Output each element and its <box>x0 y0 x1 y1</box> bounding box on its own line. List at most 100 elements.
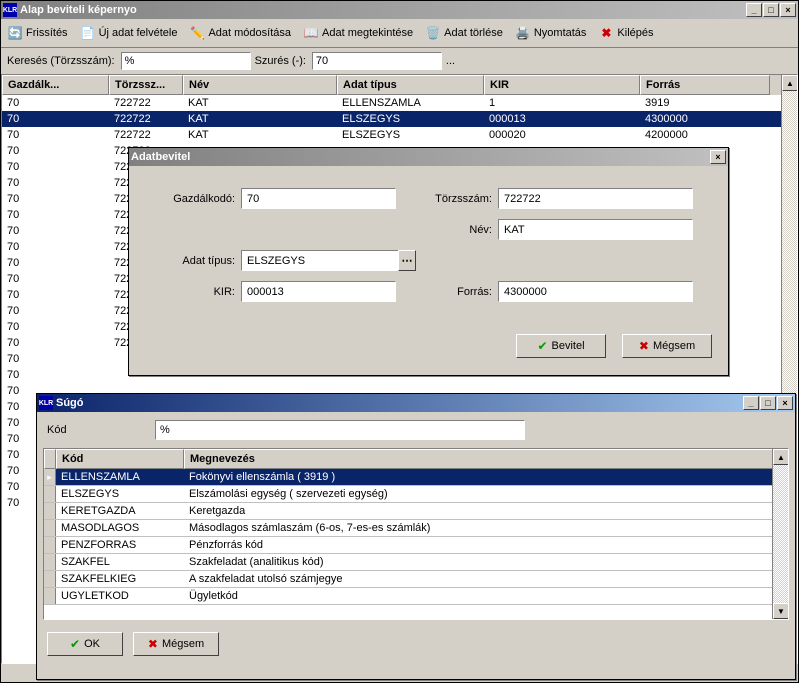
cell: 70 <box>2 351 109 367</box>
col-header[interactable]: Adat típus <box>337 75 484 95</box>
new-button[interactable]: 📄Új adat felvétele <box>78 23 180 43</box>
cross-icon: ✖ <box>148 637 158 651</box>
kod-label: Kód <box>47 424 147 436</box>
table-row[interactable]: 70722722KATELLENSZAMLA13919 <box>2 95 797 111</box>
table-row[interactable]: UGYLETKODÜgyletkód <box>44 588 788 605</box>
print-button[interactable]: 🖨️Nyomtatás <box>513 23 589 43</box>
cancel-button[interactable]: ✖Mégsem <box>622 334 712 358</box>
help-grid: Kód Megnevezés ▸ELLENSZAMLAFokönyvi elle… <box>43 448 789 620</box>
row-marker-icon <box>44 588 56 604</box>
submit-label: Bevitel <box>552 340 585 352</box>
table-row[interactable]: 70722722KATELSZEGYS0000134300000 <box>2 111 797 127</box>
help-buttons: ✔OK ✖Mégsem <box>37 620 795 668</box>
kir-field[interactable] <box>241 281 396 302</box>
table-row[interactable]: MASODLAGOSMásodlagos számlaszám (6-os, 7… <box>44 520 788 537</box>
cell: SZAKFELKIEG <box>56 571 184 587</box>
adattipus-label: Adat típus: <box>145 255 235 267</box>
cell: 70 <box>2 239 109 255</box>
search-bar: Keresés (Törzsszám): Szurés (-): ... <box>1 48 798 74</box>
col-header[interactable]: Kód <box>56 449 184 469</box>
table-row[interactable]: SZAKFELKIEGA szakfeladat utolsó számjegy… <box>44 571 788 588</box>
filter-input[interactable] <box>312 52 442 70</box>
col-header[interactable]: KIR <box>484 75 640 95</box>
col-header[interactable]: Név <box>183 75 337 95</box>
torzsszam-label: Törzsszám: <box>402 193 492 205</box>
table-row[interactable]: SZAKFELSzakfeladat (analitikus kód) <box>44 554 788 571</box>
kod-input[interactable] <box>155 420 525 440</box>
cell: Fokönyvi ellenszámla ( 3919 ) <box>184 469 788 485</box>
edit-button[interactable]: ✏️Adat módosítása <box>187 23 293 43</box>
cell: 70 <box>2 255 109 271</box>
cell: 70 <box>2 287 109 303</box>
adattipus-combo[interactable]: ELSZEGYS ⋯ <box>241 250 416 271</box>
delete-button[interactable]: 🗑️Adat törlése <box>423 23 505 43</box>
view-button[interactable]: 📖Adat megtekintése <box>301 23 415 43</box>
main-titlebar[interactable]: KLR Alap beviteli képernyo _ □ × <box>1 1 798 19</box>
refresh-button[interactable]: 🔄Frissítés <box>5 23 70 43</box>
scroll-up-icon[interactable]: ▲ <box>782 75 798 91</box>
scroll-up-icon[interactable]: ▲ <box>773 449 789 465</box>
exit-icon: ✖ <box>598 25 614 41</box>
search-input[interactable] <box>121 52 251 70</box>
cell: Szakfeladat (analitikus kód) <box>184 554 788 570</box>
cell: 4300000 <box>640 111 770 127</box>
scrollbar[interactable]: ▲ ▼ <box>772 449 788 619</box>
help-titlebar[interactable]: KLR Súgó _ □ × <box>37 394 795 412</box>
delete-label: Adat törlése <box>444 27 503 39</box>
help-maximize-button[interactable]: □ <box>760 396 776 410</box>
forras-input[interactable] <box>504 286 687 298</box>
cell: 70 <box>2 223 109 239</box>
refresh-label: Frissítés <box>26 27 68 39</box>
table-row[interactable]: 70722722KATELSZEGYS0000204200000 <box>2 127 797 143</box>
scroll-down-icon[interactable]: ▼ <box>773 603 789 619</box>
cell: Keretgazda <box>184 503 788 519</box>
forras-field[interactable] <box>498 281 693 302</box>
gazdalkodo-field[interactable]: 70 <box>241 188 396 209</box>
cell: KAT <box>183 111 337 127</box>
col-header[interactable]: Gazdálk... <box>2 75 109 95</box>
table-row[interactable]: ▸ELLENSZAMLAFokönyvi ellenszámla ( 3919 … <box>44 469 788 486</box>
row-marker-icon <box>44 554 56 570</box>
ok-button[interactable]: ✔OK <box>47 632 123 656</box>
col-header[interactable]: Törzssz... <box>109 75 183 95</box>
row-marker-icon <box>44 537 56 553</box>
gazdalkodo-value: 70 <box>247 193 259 205</box>
cell: 000013 <box>484 111 640 127</box>
exit-button[interactable]: ✖Kilépés <box>596 23 655 43</box>
entry-titlebar[interactable]: Adatbevitel × <box>129 148 728 166</box>
col-header[interactable]: Megnevezés <box>184 449 788 469</box>
scroll-track[interactable] <box>773 465 788 603</box>
cell: 70 <box>2 303 109 319</box>
help-minimize-button[interactable]: _ <box>743 396 759 410</box>
minimize-button[interactable]: _ <box>746 3 762 17</box>
marker-header <box>44 449 56 469</box>
entry-close-button[interactable]: × <box>710 150 726 164</box>
cell: ELSZEGYS <box>337 111 484 127</box>
help-close-button[interactable]: × <box>777 396 793 410</box>
cell: 000020 <box>484 127 640 143</box>
filter-more-button[interactable]: ... <box>446 55 455 67</box>
close-button[interactable]: × <box>780 3 796 17</box>
submit-button[interactable]: ✔Bevitel <box>516 334 606 358</box>
torzsszam-field[interactable]: 722722 <box>498 188 693 209</box>
gazdalkodo-label: Gazdálkodó: <box>145 193 235 205</box>
cell: 4200000 <box>640 127 770 143</box>
combo-dropdown-icon[interactable]: ⋯ <box>398 250 416 271</box>
help-cancel-button[interactable]: ✖Mégsem <box>133 632 219 656</box>
help-title: Súgó <box>56 397 743 409</box>
print-label: Nyomtatás <box>534 27 587 39</box>
col-header[interactable]: Forrás <box>640 75 770 95</box>
table-row[interactable]: ELSZEGYSElszámolási egység ( szervezeti … <box>44 486 788 503</box>
forras-label: Forrás: <box>402 286 492 298</box>
cell: 70 <box>2 335 109 351</box>
edit-icon: ✏️ <box>189 25 205 41</box>
cell: 70 <box>2 111 109 127</box>
nev-field[interactable]: KAT <box>498 219 693 240</box>
row-marker-icon: ▸ <box>44 469 56 485</box>
maximize-button[interactable]: □ <box>763 3 779 17</box>
search-label: Keresés (Törzsszám): <box>7 55 115 67</box>
kir-input[interactable] <box>247 286 390 298</box>
row-marker-icon <box>44 486 56 502</box>
table-row[interactable]: PENZFORRASPénzforrás kód <box>44 537 788 554</box>
table-row[interactable]: KERETGAZDAKeretgazda <box>44 503 788 520</box>
